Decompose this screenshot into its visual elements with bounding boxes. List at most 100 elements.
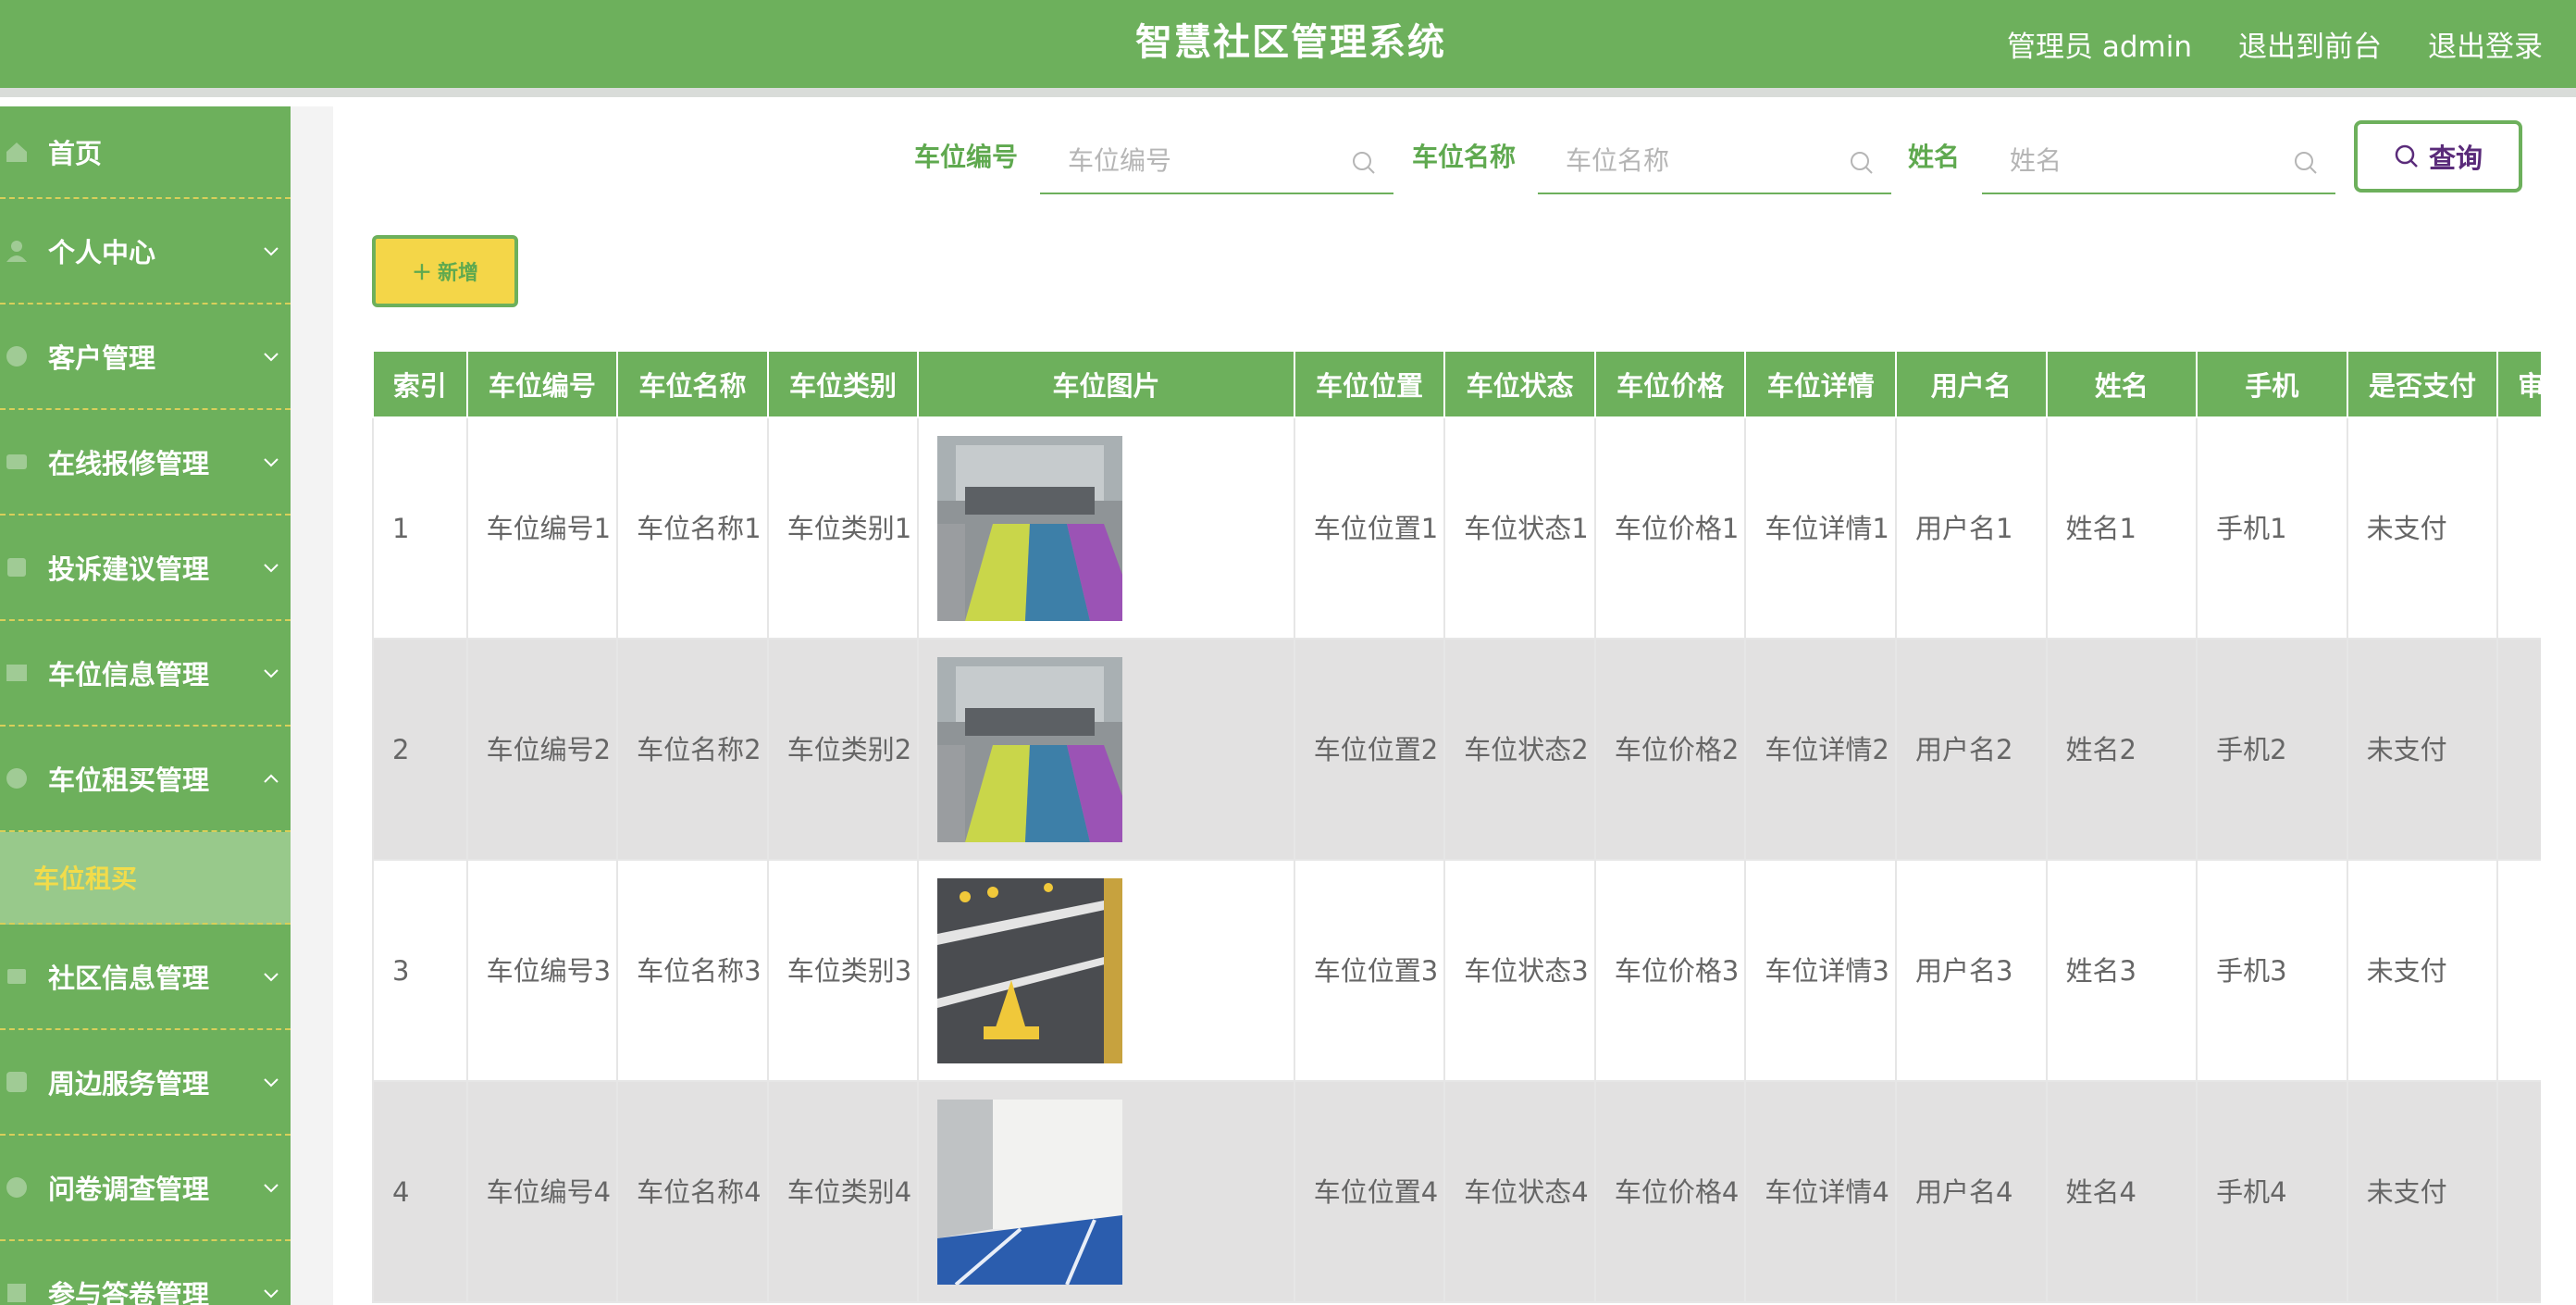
cell-paid: 未支付	[2346, 416, 2499, 640]
service-icon	[6, 1072, 27, 1092]
column-header[interactable]: 车位编号	[465, 350, 619, 418]
search-field-realname	[1982, 130, 2335, 194]
cell-name: 车位名称3	[616, 859, 769, 1082]
cell-code: 车位编号4	[465, 1080, 619, 1303]
cell-code: 车位编号1	[465, 416, 619, 640]
table-row[interactable]: 1 车位编号1 车位名称1 车位类别1 车位位置1 车位状态1 车位价格1 车位详情1 用户名1…	[372, 416, 2541, 640]
row-index: 3	[372, 859, 468, 1082]
sidebar-item-0[interactable]: 首页	[0, 106, 291, 199]
repair-icon	[6, 454, 27, 469]
cell-location: 车位位置2	[1293, 638, 1446, 861]
row-index: 2	[372, 638, 468, 861]
sidebar-subitem-active[interactable]: 车位租买	[0, 832, 291, 925]
customer-icon	[6, 346, 27, 367]
cell-username: 用户名3	[1894, 859, 2048, 1082]
table-row[interactable]: 3 车位编号3 车位名称3 车位类别3 车位位置3 车位状态3 车位价格3 车位详情3 用户名3…	[372, 859, 2541, 1082]
sidebar-item-10[interactable]: 参与答卷管理	[0, 1241, 291, 1305]
cell-realname: 姓名2	[2045, 638, 2198, 861]
cell-category: 车位类别3	[766, 859, 920, 1082]
admin-label[interactable]: 管理员 admin	[2007, 23, 2192, 65]
realname-search-input[interactable]	[1982, 130, 2335, 191]
cell-category: 车位类别1	[766, 416, 920, 640]
column-header[interactable]: 车位状态	[1443, 350, 1596, 418]
sidebar-item-3[interactable]: 在线报修管理	[0, 410, 291, 516]
cell-image	[917, 638, 1295, 861]
back-to-front-link[interactable]: 退出到前台	[2238, 23, 2382, 65]
cell-name: 车位名称4	[616, 1080, 769, 1303]
header-links: 管理员 admin 退出到前台 退出登录	[2007, 0, 2543, 88]
plus-icon: ＋	[411, 262, 432, 285]
sidebar-item-2[interactable]: 客户管理	[0, 304, 291, 410]
sidebar-item-7[interactable]: 社区信息管理	[0, 925, 291, 1030]
search-label-name: 车位名称	[1412, 142, 1517, 172]
column-header[interactable]: 审核	[2496, 350, 2541, 418]
add-button[interactable]: ＋ 新增	[372, 235, 518, 307]
column-header[interactable]: 车位价格	[1593, 350, 1747, 418]
table-row[interactable]: 2 车位编号2 车位名称2 车位类别2 车位位置2 车位状态2 车位价格2 车位详情2 用户名2…	[372, 638, 2541, 861]
column-header[interactable]: 索引	[372, 350, 468, 418]
sidebar-item-9[interactable]: 问卷调查管理	[0, 1136, 291, 1241]
column-header[interactable]: 姓名	[2045, 350, 2198, 418]
cell-code: 车位编号2	[465, 638, 619, 861]
cell-status: 车位状态3	[1443, 859, 1596, 1082]
cell-location: 车位位置1	[1293, 416, 1446, 640]
chevron-up-icon	[264, 774, 279, 783]
cell-status: 车位状态4	[1443, 1080, 1596, 1303]
chevron-down-icon	[264, 247, 279, 256]
chevron-down-icon	[264, 669, 279, 678]
sidebar-item-1[interactable]: 个人中心	[0, 199, 291, 304]
cell-category: 车位类别4	[766, 1080, 920, 1303]
search-icon	[2395, 144, 2418, 168]
sidebar-item-label: 车位租买管理	[48, 764, 210, 796]
query-button[interactable]: 查询	[2354, 120, 2522, 193]
sidebar-item-label: 在线报修管理	[48, 448, 210, 479]
parking-space-photo[interactable]	[937, 656, 1123, 842]
search-field-code	[1040, 130, 1393, 194]
cell-price: 车位价格3	[1593, 859, 1747, 1082]
sidebar-item-label: 投诉建议管理	[48, 553, 210, 585]
chevron-down-icon	[264, 564, 279, 573]
search-field-name	[1538, 130, 1891, 194]
search-icon	[2295, 152, 2317, 174]
sidebar-item-label: 问卷调查管理	[48, 1174, 210, 1205]
cell-audit	[2496, 416, 2541, 640]
sidebar: 首页 个人中心 客户管理在线报修管理 投诉建议管理车位信息管理车位租买管理车位租买 社区…	[0, 106, 291, 1305]
sidebar-item-6[interactable]: 车位租买管理	[0, 727, 291, 832]
cell-location: 车位位置4	[1293, 1080, 1446, 1303]
cell-name: 车位名称1	[616, 416, 769, 640]
cell-phone: 手机3	[2196, 859, 2348, 1082]
column-header[interactable]: 用户名	[1894, 350, 2048, 418]
column-header[interactable]: 车位位置	[1293, 350, 1446, 418]
cell-code: 车位编号3	[465, 859, 619, 1082]
cell-status: 车位状态2	[1443, 638, 1596, 861]
cell-phone: 手机2	[2196, 638, 2348, 861]
parking-space-photo[interactable]	[937, 435, 1123, 621]
cell-phone: 手机1	[2196, 416, 2348, 640]
cell-category: 车位类别2	[766, 638, 920, 861]
survey-icon	[6, 1177, 27, 1198]
user-icon	[6, 241, 27, 262]
cell-audit	[2496, 638, 2541, 861]
name-search-input[interactable]	[1538, 130, 1891, 191]
sidebar-item-5[interactable]: 车位信息管理	[0, 621, 291, 727]
code-search-input[interactable]	[1040, 130, 1393, 191]
parking-space-photo[interactable]	[937, 877, 1123, 1063]
chevron-down-icon	[264, 1289, 279, 1299]
column-header[interactable]: 是否支付	[2346, 350, 2499, 418]
column-header[interactable]: 车位图片	[917, 350, 1295, 418]
logout-link[interactable]: 退出登录	[2428, 23, 2543, 65]
column-header[interactable]: 车位详情	[1744, 350, 1897, 418]
sidebar-item-8[interactable]: 周边服务管理	[0, 1030, 291, 1136]
row-index: 4	[372, 1080, 468, 1303]
sidebar-item-4[interactable]: 投诉建议管理	[0, 516, 291, 621]
parking-rent-table: 索引 车位编号 车位名称 车位类别 车位图片 车位位置 车位状态 车位价格 车位详情 用户名 姓名手…	[372, 350, 2541, 1303]
table-row[interactable]: 4 车位编号4 车位名称4 车位类别4 车位位置4 车位状态4 车位价格4 车位详情4 用户名4…	[372, 1080, 2541, 1303]
column-header[interactable]: 手机	[2196, 350, 2348, 418]
cell-detail: 车位详情2	[1744, 638, 1897, 861]
chevron-down-icon	[264, 1184, 279, 1193]
column-header[interactable]: 车位类别	[766, 350, 920, 418]
search-icon	[1851, 152, 1873, 174]
parking-space-photo[interactable]	[937, 1099, 1123, 1285]
column-header[interactable]: 车位名称	[616, 350, 769, 418]
cell-realname: 姓名4	[2045, 1080, 2198, 1303]
